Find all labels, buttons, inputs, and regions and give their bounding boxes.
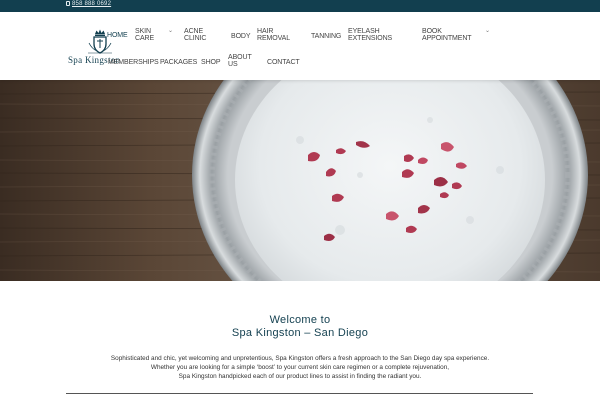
nav-book-line1: BOOK [422, 28, 442, 35]
nav-shop[interactable]: SHOP [201, 59, 221, 66]
nav-skin-care[interactable]: SKIN CARE ⌄ [135, 28, 173, 42]
nav-hair-removal-line2: REMOVAL [257, 35, 291, 42]
welcome-heading: Welcome to Spa Kingston – San Diego [0, 314, 600, 340]
intro-paragraph: Sophisticated and chic, yet welcoming an… [0, 354, 600, 381]
nav-eyelash-line2: EXTENSIONS [348, 35, 393, 42]
nav-acne-clinic-line2: CLINIC [184, 35, 207, 42]
welcome-line2: Spa Kingston – San Diego [231, 327, 369, 339]
nav-memberships[interactable]: MEMBERSHIPS [108, 59, 159, 66]
nav-packages-label: PACKAGES [160, 59, 198, 66]
nav-eyelash-line1: EYELASH [348, 28, 380, 35]
hero-illustration [0, 80, 600, 281]
nav-acne-clinic[interactable]: ACNE CLINIC [184, 28, 206, 42]
intro-line2: Whether you are looking for a simple ‘bo… [150, 364, 450, 371]
nav-home[interactable]: HOME [107, 32, 128, 39]
nav-tanning-label: TANNING [311, 33, 342, 40]
nav-packages[interactable]: PACKAGES [160, 59, 197, 66]
phone-link[interactable]: 858 888 0692 [66, 1, 111, 7]
nav-book-line2: APPOINTMENT [422, 35, 472, 42]
phone-icon [66, 1, 70, 6]
welcome-line1: Welcome to [269, 314, 331, 326]
nav-home-label: HOME [107, 32, 128, 39]
nav-tanning[interactable]: TANNING [311, 33, 341, 40]
chevron-down-icon: ⌄ [168, 28, 173, 34]
nav-about-line1: ABOUT [228, 54, 252, 61]
nav-acne-clinic-line1: ACNE [184, 28, 204, 35]
nav-shop-label: SHOP [201, 59, 221, 66]
site-header: Spa Kingston HOME SKIN CARE ⌄ ACNE CLINI… [0, 12, 600, 80]
top-bar: 858 888 0692 [0, 0, 600, 12]
intro-line3: Spa Kingston handpicked each of our prod… [178, 373, 422, 380]
nav-hair-removal-line1: HAIR [257, 28, 274, 35]
intro-line1: Sophisticated and chic, yet welcoming an… [110, 355, 490, 362]
chevron-down-icon: ⌄ [485, 28, 490, 34]
hero-image [0, 80, 600, 281]
nav-skin-care-line2: CARE [135, 35, 155, 42]
nav-about-us[interactable]: ABOUT US [228, 54, 252, 68]
nav-contact[interactable]: CONTACT [267, 59, 300, 66]
nav-about-line2: US [228, 61, 238, 68]
phone-number: 858 888 0692 [72, 1, 112, 7]
nav-eyelash-extensions[interactable]: EYELASH EXTENSIONS [348, 28, 392, 42]
nav-skin-care-line1: SKIN [135, 28, 151, 35]
nav-book-appointment[interactable]: BOOK APPOINTMENT ⌄ [422, 28, 490, 42]
nav-memberships-label: MEMBERSHIPS [108, 59, 159, 66]
nav-body-label: BODY [231, 33, 251, 40]
nav-hair-removal[interactable]: HAIR REMOVAL [257, 28, 290, 42]
nav-contact-label: CONTACT [267, 59, 300, 66]
nav-body[interactable]: BODY [231, 33, 251, 40]
section-divider [66, 393, 533, 394]
